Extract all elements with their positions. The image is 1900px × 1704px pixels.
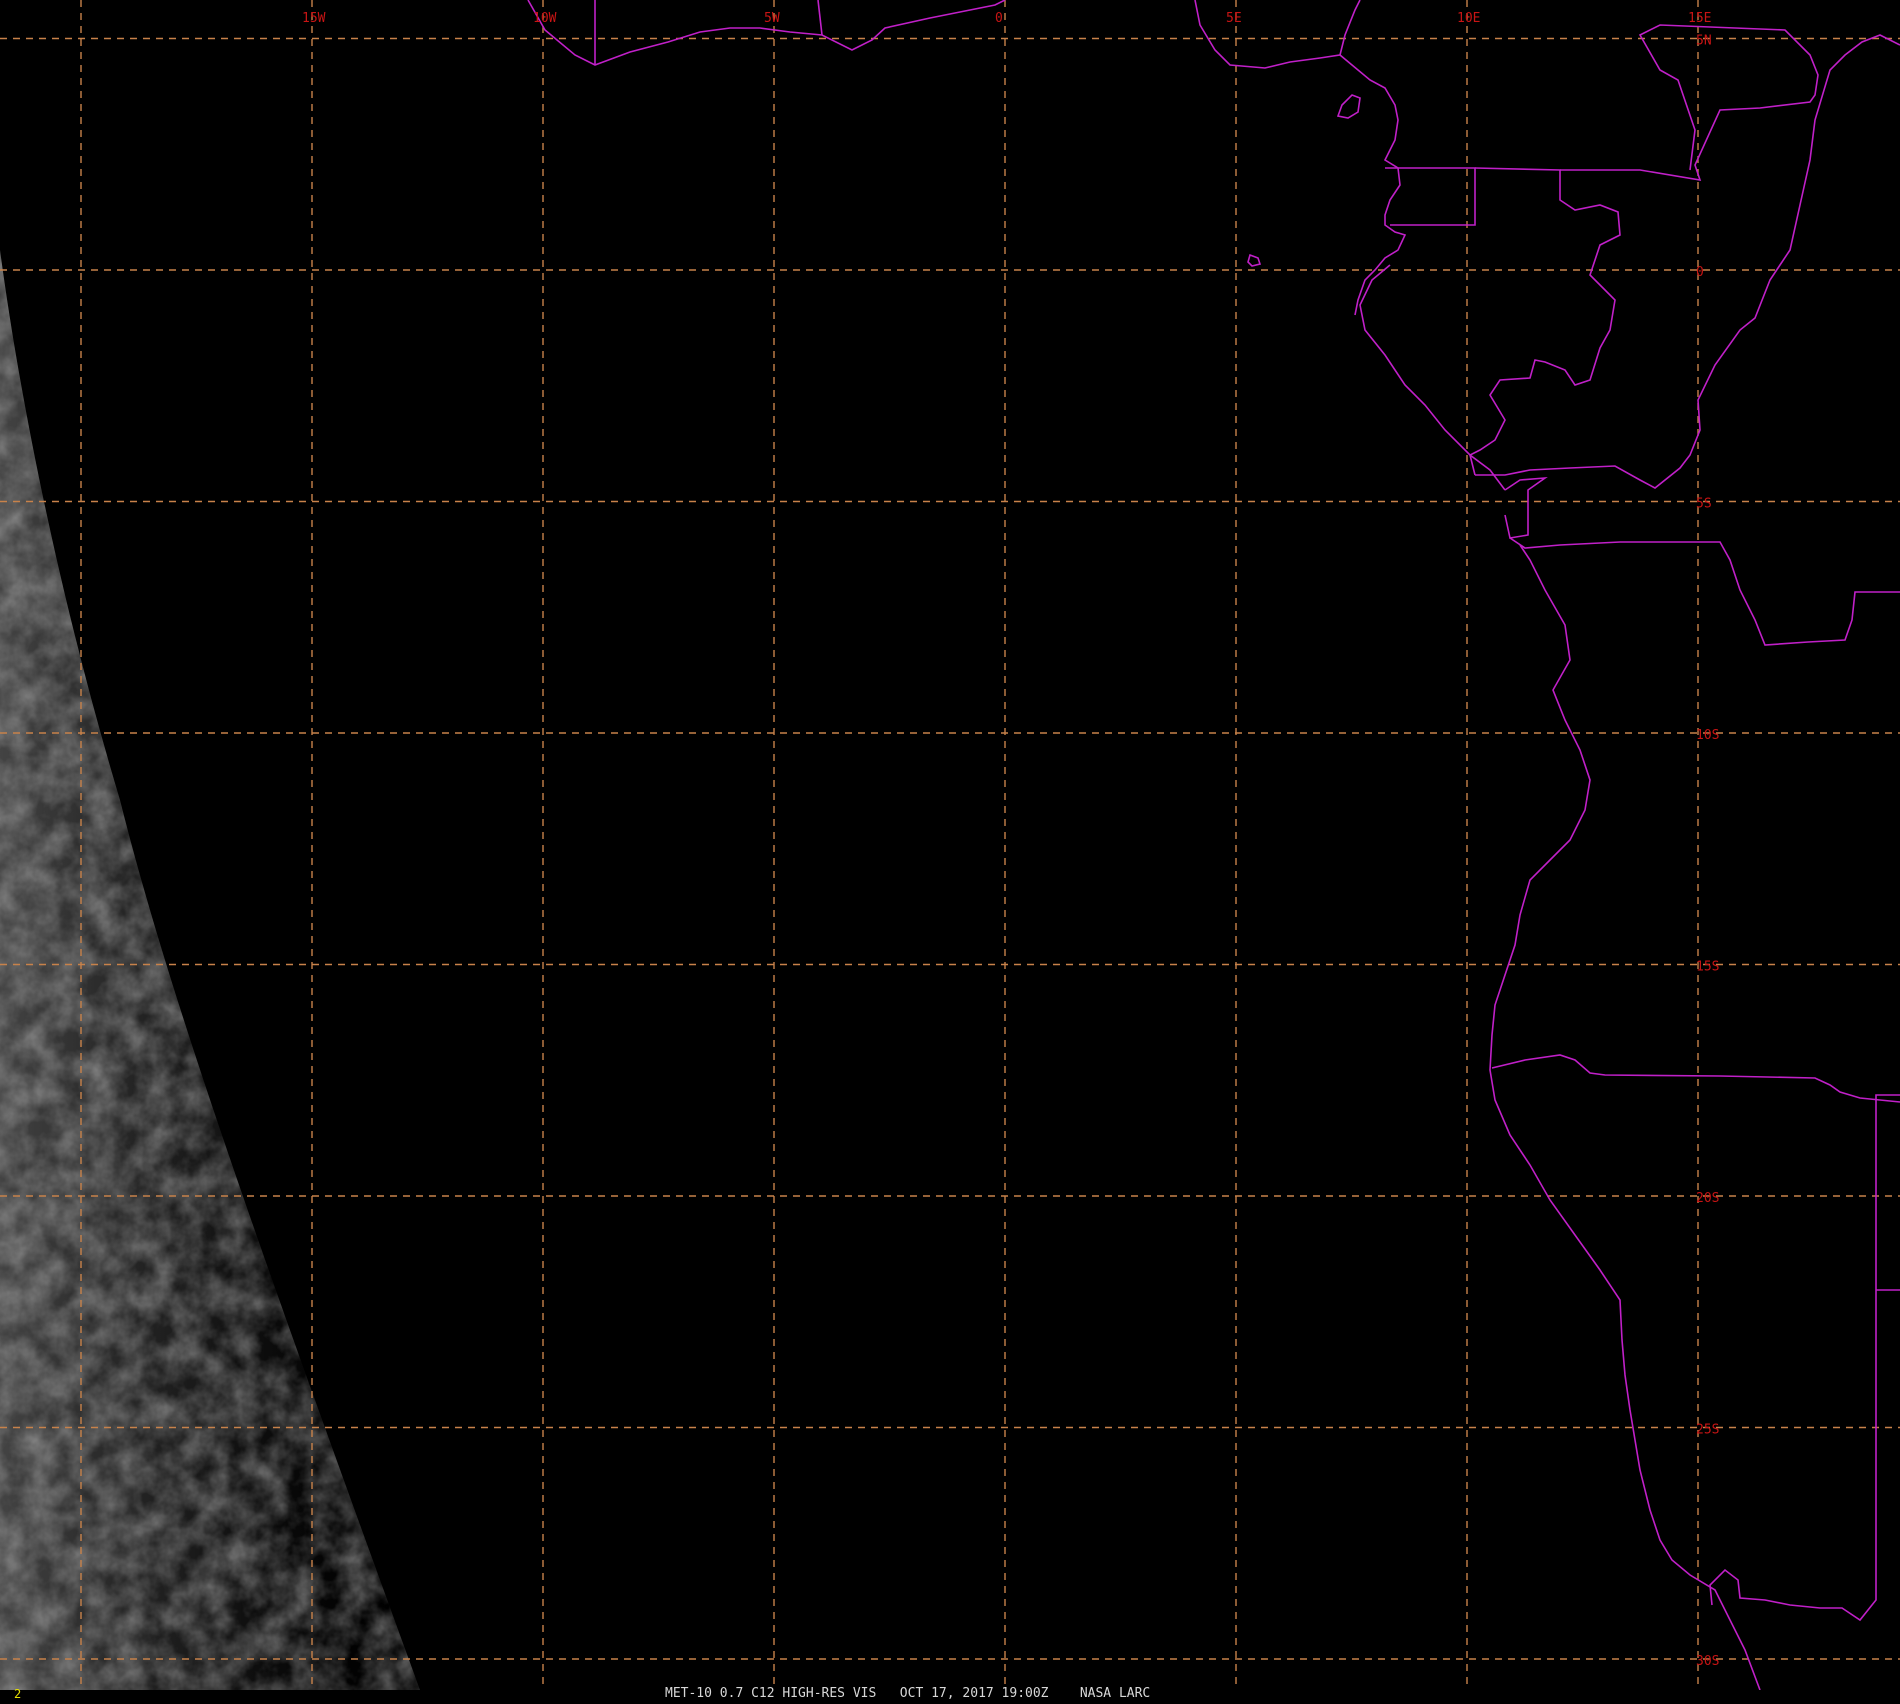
latitude-label: 10S xyxy=(1696,728,1719,743)
latitude-label: 0 xyxy=(1696,265,1704,280)
latitude-label: 30S xyxy=(1696,1654,1719,1669)
latitude-label: 25S xyxy=(1696,1423,1719,1438)
latitude-label: 5N xyxy=(1696,34,1712,49)
image-caption: MET-10 0.7 C12 HIGH-RES VIS OCT 17, 2017… xyxy=(665,1686,1150,1700)
longitude-label: 15E xyxy=(1688,11,1711,26)
map-canvas: 15W 10W 5W 0 5E 10E 15E 5N 0 5S 10S 15S 20S 25S 30S 2… xyxy=(0,0,1900,1701)
longitude-label: 15W xyxy=(302,11,326,26)
longitude-label: 0 xyxy=(995,11,1003,26)
latitude-label: 5S xyxy=(1696,497,1712,512)
longitude-label: 10E xyxy=(1457,11,1480,26)
longitude-label: 5E xyxy=(1226,11,1242,26)
longitude-label: 5W xyxy=(764,11,780,26)
satellite-map: 15W 10W 5W 0 5E 10E 15E 5N 0 5S 10S 15S 20S 25S 30S 2… xyxy=(0,0,1900,1701)
frame-number: 2 xyxy=(14,1687,21,1700)
longitude-label: 10W xyxy=(533,11,557,26)
latitude-label: 20S xyxy=(1696,1191,1719,1206)
latitude-label: 15S xyxy=(1696,960,1719,975)
